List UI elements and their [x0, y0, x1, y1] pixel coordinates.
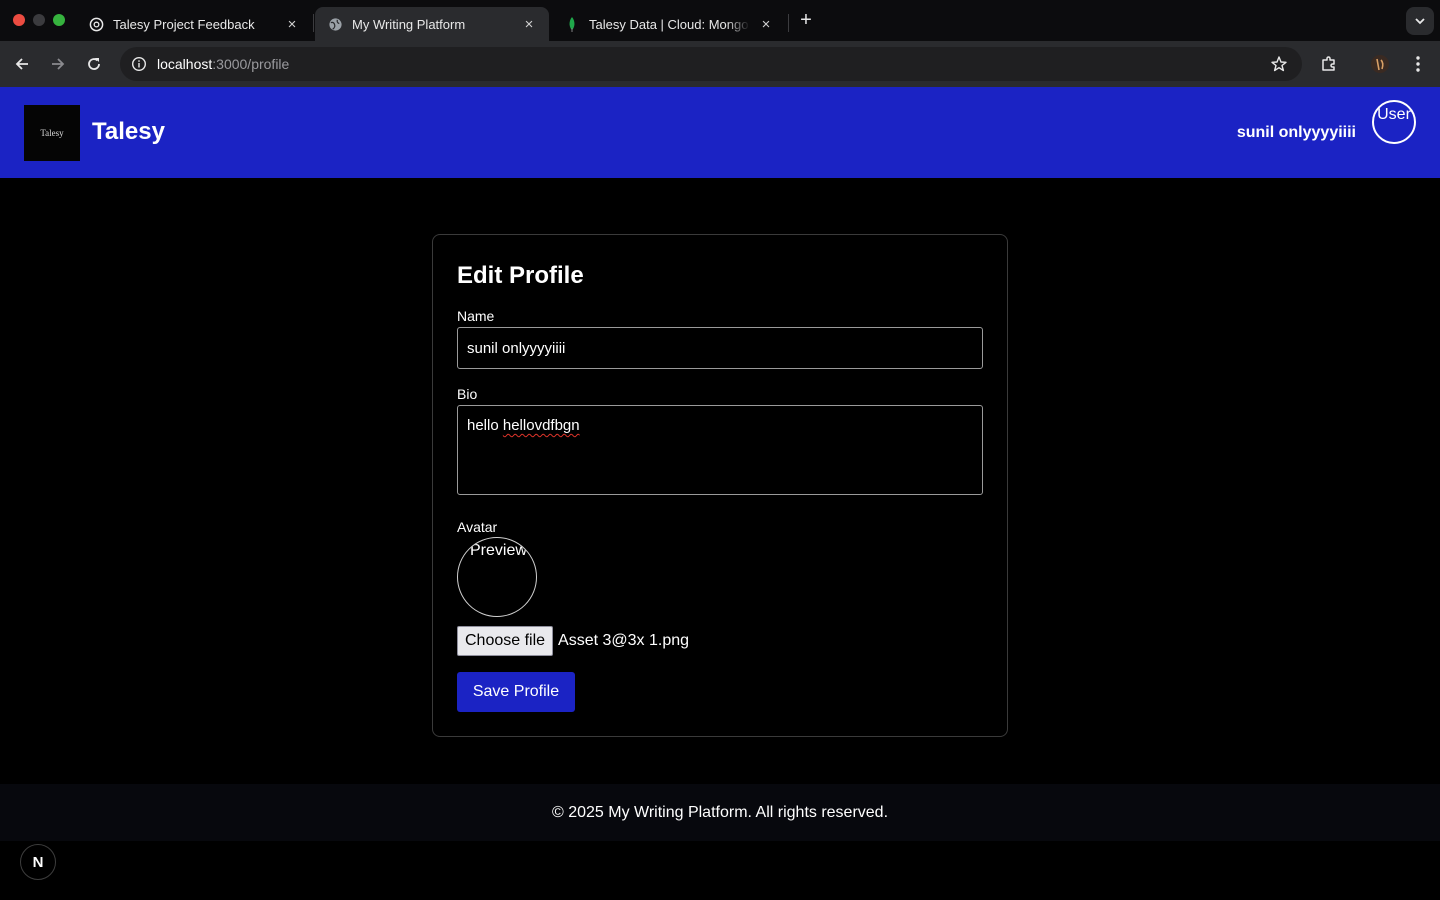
- puzzle-icon: [1322, 56, 1335, 71]
- footer-copyright: © 2025 My Writing Platform. All rights r…: [551, 804, 889, 821]
- close-icon[interactable]: ×: [758, 16, 774, 33]
- profile-avatar-icon: [1371, 55, 1389, 73]
- reload-button[interactable]: [82, 52, 106, 76]
- bio-label: Bio: [457, 386, 478, 402]
- new-tab-button[interactable]: +: [796, 10, 816, 30]
- name-input[interactable]: [457, 327, 983, 369]
- browser-tab-feedback[interactable]: Talesy Project Feedback ×: [76, 7, 312, 41]
- minimize-window-button[interactable]: [33, 14, 45, 26]
- tab-title: Talesy Data | Cloud: MongoDB: [589, 16, 750, 32]
- back-button[interactable]: [10, 52, 34, 76]
- tab-title: My Writing Platform: [352, 16, 466, 32]
- browser-toolbar: localhost:3000/profile: [0, 41, 1440, 87]
- tab-title: Talesy Project Feedback: [113, 16, 255, 32]
- chevron-down-icon: [1415, 18, 1425, 25]
- site-header: Talesy Talesy sunil onlyyyyiiii User: [0, 87, 1440, 178]
- browser-menu-button[interactable]: [1406, 52, 1430, 76]
- user-avatar[interactable]: User: [1372, 100, 1416, 144]
- header-user-name[interactable]: sunil onlyyyyiiii: [1237, 124, 1356, 142]
- page-content: Talesy Talesy sunil onlyyyyiiii User Edi…: [0, 87, 1440, 900]
- bookmark-star-icon[interactable]: [1270, 55, 1288, 73]
- mongodb-leaf-icon: [564, 16, 580, 32]
- close-icon[interactable]: ×: [284, 16, 300, 33]
- url-path: :3000/profile: [212, 56, 290, 72]
- selected-file-name: Asset 3@3x 1.png: [558, 632, 690, 649]
- tab-divider: [788, 14, 789, 32]
- maximize-window-button[interactable]: [53, 14, 65, 26]
- browser-tab-bar: Talesy Project Feedback × My Writing Pla…: [0, 0, 1440, 41]
- globe-icon: [327, 16, 343, 32]
- edit-profile-card: Edit Profile Name Bio hello hellovdfbgn …: [432, 234, 1008, 737]
- preview-alt-text: Preview: [470, 542, 527, 559]
- nextjs-dev-badge[interactable]: N: [20, 844, 56, 880]
- site-info-icon[interactable]: [122, 47, 156, 81]
- arrow-right-icon: [52, 58, 65, 70]
- profile-button[interactable]: [1368, 52, 1392, 76]
- close-window-button[interactable]: [13, 14, 25, 26]
- browser-tab-writing-platform[interactable]: My Writing Platform ×: [315, 7, 549, 41]
- bio-text-misspelled: hellovdfbgn: [502, 417, 580, 434]
- forward-button[interactable]: [46, 52, 70, 76]
- close-icon[interactable]: ×: [521, 16, 537, 33]
- brand-title[interactable]: Talesy: [92, 118, 165, 146]
- url-host: localhost: [157, 56, 213, 72]
- browser-tab-mongodb[interactable]: Talesy Data | Cloud: MongoDB ×: [552, 7, 786, 41]
- url-text: localhost:3000/profile: [157, 56, 289, 72]
- bio-textarea[interactable]: hello hellovdfbgn: [457, 405, 983, 495]
- nextjs-icon: N: [32, 853, 44, 871]
- tab-divider: [313, 14, 314, 32]
- choose-file-button[interactable]: Choose file: [457, 626, 554, 656]
- name-label: Name: [457, 308, 495, 324]
- logo-text: Talesy: [40, 128, 64, 138]
- avatar-label: Avatar: [457, 519, 498, 535]
- avatar-file-input[interactable]: Choose file Asset 3@3x 1.png: [457, 626, 689, 656]
- avatar-alt-text: User: [1377, 106, 1411, 123]
- arrow-left-icon: [15, 58, 28, 70]
- extensions-button[interactable]: [1317, 52, 1341, 76]
- tab-search-button[interactable]: [1406, 7, 1434, 35]
- bio-text-word: hello: [467, 417, 499, 434]
- save-profile-button[interactable]: Save Profile: [457, 672, 575, 712]
- address-bar[interactable]: localhost:3000/profile: [120, 47, 1302, 81]
- more-vertical-icon: [1416, 56, 1420, 72]
- site-footer: © 2025 My Writing Platform. All rights r…: [0, 784, 1440, 841]
- page-title: Edit Profile: [457, 262, 584, 289]
- site-logo[interactable]: Talesy: [24, 105, 80, 161]
- reload-icon: [88, 58, 100, 70]
- openai-icon: [88, 16, 104, 32]
- avatar-preview: Preview: [457, 537, 537, 617]
